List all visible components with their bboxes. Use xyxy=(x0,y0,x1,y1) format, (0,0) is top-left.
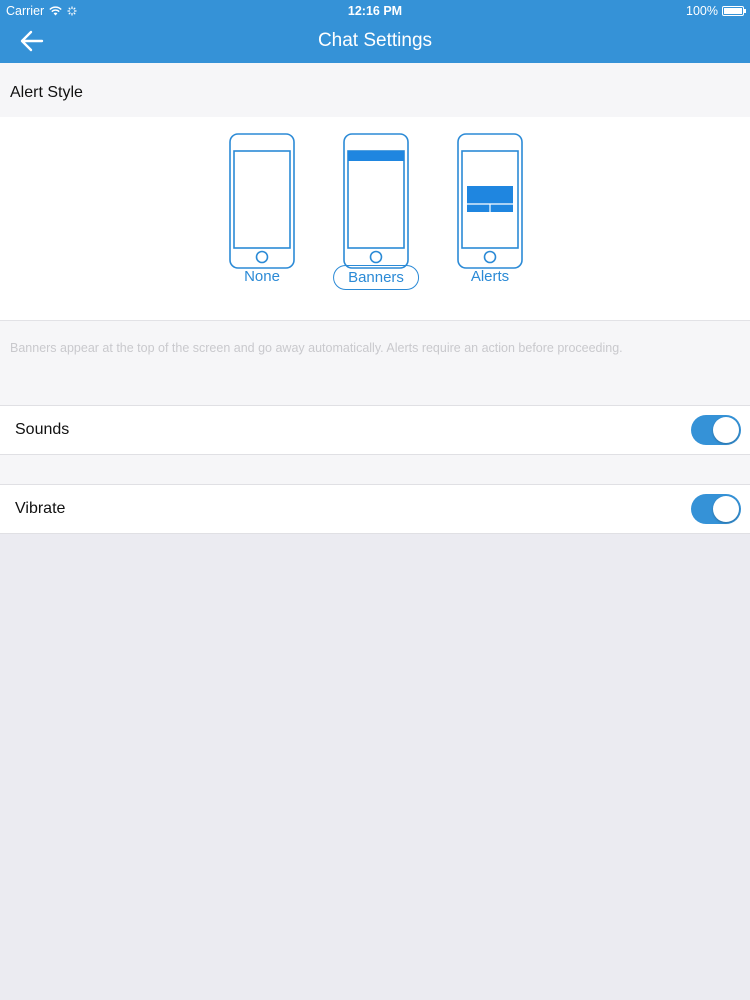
sounds-label: Sounds xyxy=(15,421,70,438)
sounds-row: Sounds xyxy=(0,405,750,455)
alert-style-description: Banners appear at the top of the screen … xyxy=(10,341,623,355)
none-label-wrap: None xyxy=(229,117,295,320)
alert-style-options: None Banners Alerts xyxy=(0,117,750,321)
alert-option-banners-label[interactable]: Banners xyxy=(333,265,419,290)
vibrate-label: Vibrate xyxy=(15,500,66,517)
alert-option-alerts-label[interactable]: Alerts xyxy=(457,265,523,288)
battery-fill xyxy=(724,8,742,14)
alert-style-description-area: Banners appear at the top of the screen … xyxy=(0,321,750,405)
page-title: Chat Settings xyxy=(317,30,433,51)
battery-percent: 100% xyxy=(686,4,718,18)
section-spacer xyxy=(0,455,750,484)
banners-label-wrap: Banners xyxy=(333,117,419,320)
vibrate-toggle[interactable] xyxy=(691,494,741,524)
status-time: 12:16 PM xyxy=(347,4,403,18)
battery-icon xyxy=(722,6,746,16)
alert-style-title: Alert Style xyxy=(10,84,83,101)
navigation-bar: Carrier 12:16 PM 100% Chat Settings xyxy=(0,0,750,63)
toggle-knob xyxy=(713,496,739,522)
alert-style-header: Alert Style xyxy=(0,63,750,117)
alerts-label-wrap: Alerts xyxy=(457,117,523,320)
sounds-toggle[interactable] xyxy=(691,415,741,445)
status-right: 100% xyxy=(686,4,746,18)
vibrate-row: Vibrate xyxy=(0,484,750,534)
alert-option-none-label[interactable]: None xyxy=(230,265,294,288)
toggle-knob xyxy=(713,417,739,443)
